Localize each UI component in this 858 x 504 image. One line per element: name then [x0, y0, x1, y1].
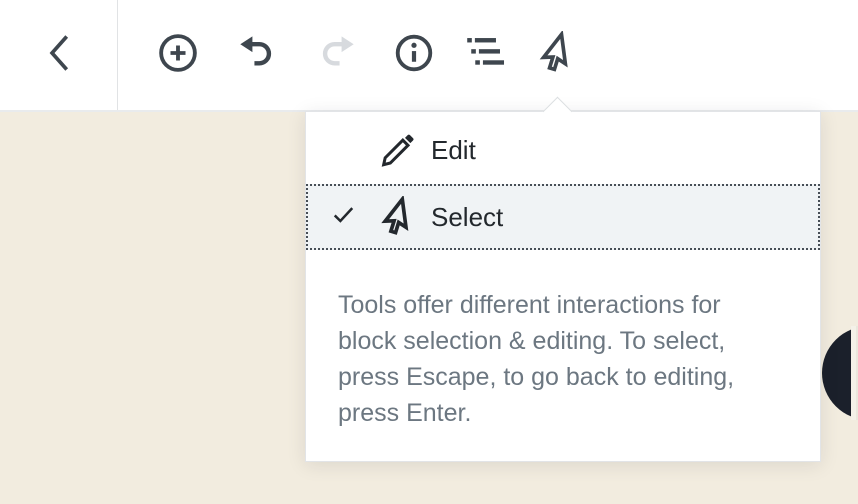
- menu-item-edit-label: Edit: [431, 135, 476, 166]
- tools-menu-group: Edit Select: [306, 112, 820, 250]
- check-column: [331, 202, 377, 232]
- undo-button[interactable]: [221, 0, 293, 110]
- block-navigation-button[interactable]: [450, 0, 522, 110]
- wordpress-block-editor: Edit Select: [0, 0, 858, 504]
- chevron-left-icon: [37, 31, 81, 80]
- undo-arrow-icon: [235, 31, 279, 80]
- pencil-icon: [377, 130, 419, 170]
- tools-help-text: Tools offer different interactions for b…: [306, 250, 820, 431]
- cursor-pointer-icon: [377, 196, 419, 238]
- redo-button[interactable]: [301, 0, 373, 110]
- tools-button[interactable]: [521, 0, 593, 110]
- cursor-pointer-icon: [535, 31, 579, 80]
- check-icon: [331, 202, 356, 232]
- editor-toolbar: [0, 0, 858, 112]
- plus-circle-icon: [156, 31, 200, 80]
- back-button[interactable]: [0, 0, 118, 110]
- menu-item-select-label: Select: [431, 202, 503, 233]
- redo-arrow-icon: [315, 31, 359, 80]
- menu-item-select[interactable]: Select: [306, 184, 820, 250]
- menu-item-edit[interactable]: Edit: [306, 116, 820, 184]
- list-view-icon: [463, 30, 509, 81]
- add-block-button[interactable]: [142, 0, 214, 110]
- info-circle-icon: [393, 32, 435, 79]
- tools-dropdown: Edit Select: [305, 111, 821, 462]
- content-info-button[interactable]: [378, 0, 450, 110]
